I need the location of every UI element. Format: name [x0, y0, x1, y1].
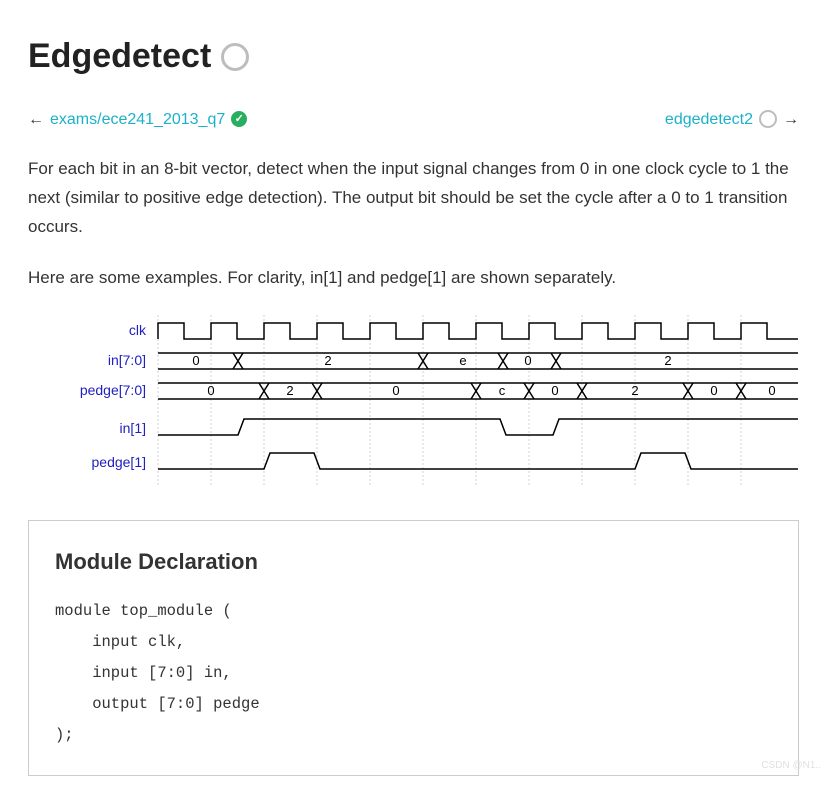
module-declaration-box: Module Declaration module top_module ( i… — [28, 520, 799, 776]
module-code: module top_module ( input clk, input [7:… — [55, 596, 772, 751]
svg-text:0: 0 — [392, 383, 399, 398]
svg-text:0: 0 — [192, 353, 199, 368]
svg-text:0: 0 — [524, 353, 531, 368]
status-unfinished-icon — [221, 43, 249, 71]
svg-text:0: 0 — [768, 383, 775, 398]
timing-diagram: clk in[7:0] 0 2 e 0 2 pedge[7:0] 0 2 0 c… — [28, 315, 799, 494]
label-pedge1: pedge[1] — [92, 454, 147, 470]
status-unfinished-small-icon — [759, 110, 777, 128]
check-icon: ✓ — [231, 111, 247, 127]
wave-in1 — [158, 419, 798, 435]
arrow-left-icon: ← — [28, 106, 44, 133]
wave-clk — [158, 323, 798, 339]
label-in1: in[1] — [120, 420, 146, 436]
nav-prev: ← exams/ece241_2013_q7 ✓ — [28, 106, 247, 133]
module-heading: Module Declaration — [55, 543, 772, 580]
svg-text:0: 0 — [551, 383, 558, 398]
next-link[interactable]: edgedetect2 — [665, 106, 753, 133]
svg-text:2: 2 — [286, 383, 293, 398]
svg-text:2: 2 — [664, 353, 671, 368]
problem-description: For each bit in an 8-bit vector, detect … — [28, 155, 799, 242]
label-pedge-bus: pedge[7:0] — [80, 382, 146, 398]
arrow-right-icon: → — [783, 106, 799, 133]
problem-nav: ← exams/ece241_2013_q7 ✓ edgedetect2 → — [28, 106, 799, 133]
watermark: CSDN @N1.. — [761, 757, 821, 774]
svg-text:0: 0 — [207, 383, 214, 398]
bus-in: 0 2 e 0 2 — [158, 353, 798, 369]
label-clk: clk — [129, 322, 147, 338]
svg-text:0: 0 — [710, 383, 717, 398]
svg-text:2: 2 — [324, 353, 331, 368]
page-title: Edgedetect — [28, 28, 799, 86]
examples-intro: Here are some examples. For clarity, in[… — [28, 264, 799, 293]
nav-next: edgedetect2 → — [665, 106, 799, 133]
svg-text:e: e — [459, 353, 466, 368]
bus-pedge: 0 2 0 c 0 2 0 0 — [158, 383, 798, 399]
prev-link[interactable]: exams/ece241_2013_q7 — [50, 106, 225, 133]
svg-text:c: c — [499, 383, 506, 398]
wave-pedge1 — [158, 453, 798, 469]
svg-text:2: 2 — [631, 383, 638, 398]
cycle-guides — [158, 315, 741, 485]
label-in-bus: in[7:0] — [108, 352, 146, 368]
title-text: Edgedetect — [28, 28, 211, 86]
